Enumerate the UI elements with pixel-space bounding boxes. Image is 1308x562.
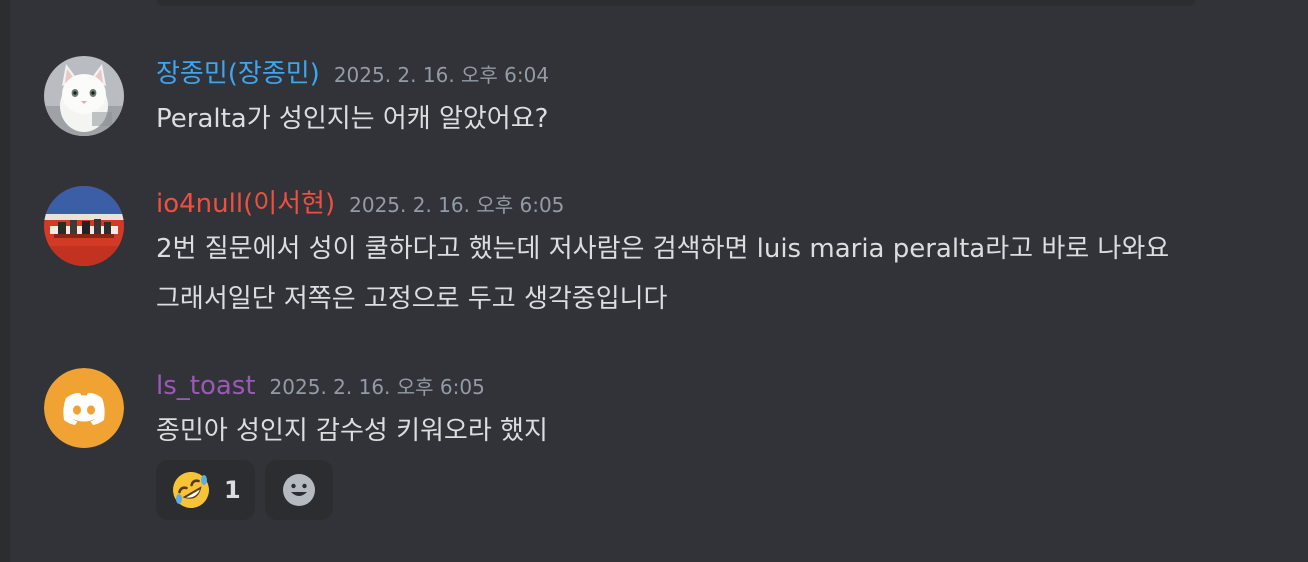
message-header: ls_toast 2025. 2. 16. 오후 6:05: [156, 368, 485, 404]
username[interactable]: ls_toast: [156, 368, 256, 404]
username[interactable]: 장종민(장종민): [156, 56, 320, 92]
message-line: 2번 질문에서 성이 쿨하다고 했는데 저사람은 검색하면 luis maria…: [156, 234, 1170, 264]
message-content: 종민아 성인지 감수성 키워오라 했지: [156, 406, 548, 456]
timestamp: 2025. 2. 16. 오후 6:05: [349, 193, 565, 217]
message-header: io4null(이서현) 2025. 2. 16. 오후 6:05: [156, 186, 564, 222]
message-line: 종민아 성인지 감수성 키워오라 했지: [156, 416, 548, 446]
album-art-avatar-icon[interactable]: [44, 186, 124, 266]
rolling-on-floor-laughing-icon: [173, 472, 209, 508]
message-line: Peralta가 성인지는 어캐 알았어요?: [156, 104, 549, 134]
username[interactable]: io4null(이서현): [156, 186, 335, 222]
smiley-add-reaction-icon: [282, 474, 315, 506]
reaction-count: 1: [224, 476, 241, 504]
message-content: Peralta가 성인지는 어캐 알았어요?: [156, 94, 548, 144]
timestamp: 2025. 2. 16. 오후 6:05: [269, 375, 485, 399]
message-content: 2번 질문에서 성이 쿨하다고 했는데 저사람은 검색하면 luis maria…: [156, 224, 1169, 324]
reaction-chip[interactable]: 1: [156, 460, 255, 520]
reactions-bar: 1: [156, 460, 333, 520]
left-rail: [0, 0, 10, 562]
add-reaction-button[interactable]: [264, 460, 333, 520]
white-cat-avatar-icon[interactable]: [44, 56, 124, 136]
timestamp: 2025. 2. 16. 오후 6:04: [333, 63, 550, 87]
message-header: 장종민(장종민) 2025. 2. 16. 오후 6:04: [156, 56, 549, 92]
message-line: 그래서일단 저쪽은 고정으로 두고 생각중입니다: [156, 284, 668, 314]
discord-default-avatar-icon[interactable]: [44, 368, 124, 448]
previous-embed-bottom: [156, 0, 1196, 6]
